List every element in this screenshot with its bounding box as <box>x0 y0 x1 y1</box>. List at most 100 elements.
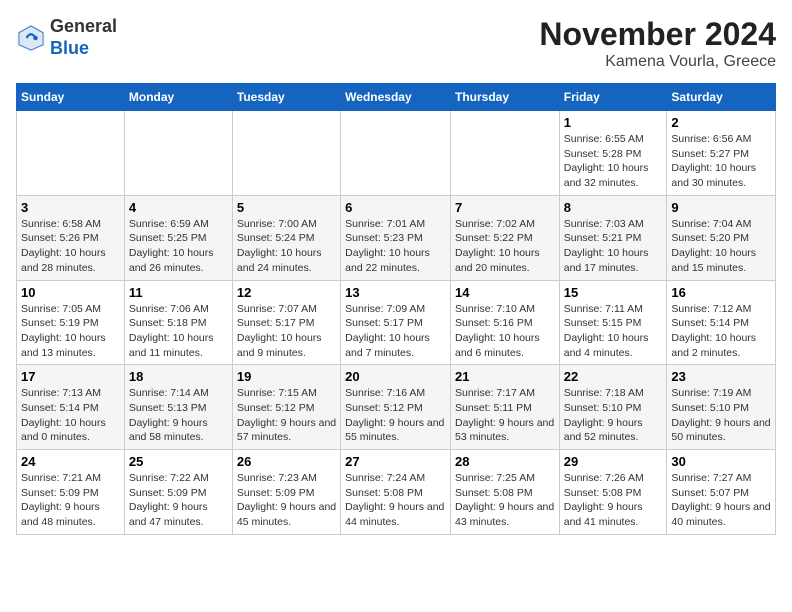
day-info: Sunrise: 7:06 AM Sunset: 5:18 PM Dayligh… <box>129 302 228 361</box>
day-info: Sunrise: 7:11 AM Sunset: 5:15 PM Dayligh… <box>564 302 663 361</box>
logo-icon <box>16 23 46 53</box>
day-info: Sunrise: 7:15 AM Sunset: 5:12 PM Dayligh… <box>237 386 336 445</box>
location: Kamena Vourla, Greece <box>539 53 776 71</box>
calendar-cell: 3 Sunrise: 6:58 AM Sunset: 5:26 PM Daylig… <box>17 195 125 280</box>
calendar-week-row: 24Sunrise: 7:21 AM Sunset: 5:09 PM Dayli… <box>17 450 776 535</box>
calendar-cell: 26 Sunrise: 7:23 AM Sunset: 5:09 PM Dayli… <box>232 450 340 535</box>
day-number: 30 <box>671 454 771 469</box>
calendar-cell: 30 Sunrise: 7:27 AM Sunset: 5:07 PM Dayli… <box>667 450 776 535</box>
day-info: Sunrise: 7:17 AM Sunset: 5:11 PM Dayligh… <box>455 386 555 445</box>
calendar-cell: 28Sunrise: 7:25 AM Sunset: 5:08 PM Dayli… <box>450 450 559 535</box>
calendar-cell: 1 Sunrise: 6:55 AM Sunset: 5:28 PM Daylig… <box>559 111 667 196</box>
logo-blue: Blue <box>50 38 117 60</box>
weekday-row: SundayMondayTuesdayWednesdayThursdayFrid… <box>17 84 776 111</box>
day-number: 14 <box>455 285 555 300</box>
day-number: 3 <box>21 200 120 215</box>
page-header: General Blue November 2024 Kamena Vourla… <box>16 16 776 71</box>
day-number: 12 <box>237 285 336 300</box>
day-info: Sunrise: 7:13 AM Sunset: 5:14 PM Dayligh… <box>21 386 120 445</box>
calendar-cell: 10 Sunrise: 7:05 AM Sunset: 5:19 PM Dayli… <box>17 280 125 365</box>
calendar-week-row: 10 Sunrise: 7:05 AM Sunset: 5:19 PM Dayli… <box>17 280 776 365</box>
day-info: Sunrise: 7:05 AM Sunset: 5:19 PM Dayligh… <box>21 302 120 361</box>
calendar-cell: 23 Sunrise: 7:19 AM Sunset: 5:10 PM Dayli… <box>667 365 776 450</box>
day-number: 28 <box>455 454 555 469</box>
calendar-table: SundayMondayTuesdayWednesdayThursdayFrid… <box>16 83 776 535</box>
calendar-cell: 13Sunrise: 7:09 AM Sunset: 5:17 PM Dayli… <box>341 280 451 365</box>
calendar-cell <box>124 111 232 196</box>
day-info: Sunrise: 7:02 AM Sunset: 5:22 PM Dayligh… <box>455 217 555 276</box>
calendar-cell: 5Sunrise: 7:00 AM Sunset: 5:24 PM Daylig… <box>232 195 340 280</box>
calendar-cell: 15 Sunrise: 7:11 AM Sunset: 5:15 PM Dayli… <box>559 280 667 365</box>
day-number: 26 <box>237 454 336 469</box>
calendar-cell: 25Sunrise: 7:22 AM Sunset: 5:09 PM Dayli… <box>124 450 232 535</box>
day-number: 22 <box>564 369 663 384</box>
calendar-header: SundayMondayTuesdayWednesdayThursdayFrid… <box>17 84 776 111</box>
day-number: 29 <box>564 454 663 469</box>
calendar-cell: 27 Sunrise: 7:24 AM Sunset: 5:08 PM Dayli… <box>341 450 451 535</box>
weekday-header: Tuesday <box>232 84 340 111</box>
day-info: Sunrise: 6:59 AM Sunset: 5:25 PM Dayligh… <box>129 217 228 276</box>
weekday-header: Thursday <box>450 84 559 111</box>
day-info: Sunrise: 7:24 AM Sunset: 5:08 PM Dayligh… <box>345 471 446 530</box>
calendar-cell: 29 Sunrise: 7:26 AM Sunset: 5:08 PM Dayli… <box>559 450 667 535</box>
day-number: 18 <box>129 369 228 384</box>
day-number: 10 <box>21 285 120 300</box>
day-info: Sunrise: 6:58 AM Sunset: 5:26 PM Dayligh… <box>21 217 120 276</box>
day-number: 2 <box>671 115 771 130</box>
calendar-cell <box>232 111 340 196</box>
day-number: 27 <box>345 454 446 469</box>
calendar-cell: 21 Sunrise: 7:17 AM Sunset: 5:11 PM Dayli… <box>450 365 559 450</box>
day-number: 11 <box>129 285 228 300</box>
calendar-cell: 22 Sunrise: 7:18 AM Sunset: 5:10 PM Dayli… <box>559 365 667 450</box>
day-number: 17 <box>21 369 120 384</box>
day-info: Sunrise: 7:07 AM Sunset: 5:17 PM Dayligh… <box>237 302 336 361</box>
calendar-cell: 14 Sunrise: 7:10 AM Sunset: 5:16 PM Dayli… <box>450 280 559 365</box>
day-number: 1 <box>564 115 663 130</box>
calendar-cell: 16Sunrise: 7:12 AM Sunset: 5:14 PM Dayli… <box>667 280 776 365</box>
day-info: Sunrise: 6:56 AM Sunset: 5:27 PM Dayligh… <box>671 132 771 191</box>
calendar-cell: 18Sunrise: 7:14 AM Sunset: 5:13 PM Dayli… <box>124 365 232 450</box>
weekday-header: Sunday <box>17 84 125 111</box>
calendar-cell: 11 Sunrise: 7:06 AM Sunset: 5:18 PM Dayli… <box>124 280 232 365</box>
day-info: Sunrise: 7:01 AM Sunset: 5:23 PM Dayligh… <box>345 217 446 276</box>
calendar-cell: 12 Sunrise: 7:07 AM Sunset: 5:17 PM Dayli… <box>232 280 340 365</box>
calendar-cell: 2 Sunrise: 6:56 AM Sunset: 5:27 PM Daylig… <box>667 111 776 196</box>
weekday-header: Friday <box>559 84 667 111</box>
day-number: 4 <box>129 200 228 215</box>
day-number: 19 <box>237 369 336 384</box>
calendar-body: 1 Sunrise: 6:55 AM Sunset: 5:28 PM Daylig… <box>17 111 776 535</box>
day-number: 23 <box>671 369 771 384</box>
calendar-cell: 6 Sunrise: 7:01 AM Sunset: 5:23 PM Daylig… <box>341 195 451 280</box>
day-info: Sunrise: 7:26 AM Sunset: 5:08 PM Dayligh… <box>564 471 663 530</box>
day-info: Sunrise: 7:23 AM Sunset: 5:09 PM Dayligh… <box>237 471 336 530</box>
day-number: 9 <box>671 200 771 215</box>
weekday-header: Wednesday <box>341 84 451 111</box>
day-number: 7 <box>455 200 555 215</box>
calendar-cell: 4 Sunrise: 6:59 AM Sunset: 5:25 PM Daylig… <box>124 195 232 280</box>
calendar-cell: 24Sunrise: 7:21 AM Sunset: 5:09 PM Dayli… <box>17 450 125 535</box>
calendar-cell: 20Sunrise: 7:16 AM Sunset: 5:12 PM Dayli… <box>341 365 451 450</box>
calendar-cell: 19 Sunrise: 7:15 AM Sunset: 5:12 PM Dayli… <box>232 365 340 450</box>
day-number: 6 <box>345 200 446 215</box>
calendar-cell: 7 Sunrise: 7:02 AM Sunset: 5:22 PM Daylig… <box>450 195 559 280</box>
day-info: Sunrise: 7:10 AM Sunset: 5:16 PM Dayligh… <box>455 302 555 361</box>
day-info: Sunrise: 7:19 AM Sunset: 5:10 PM Dayligh… <box>671 386 771 445</box>
day-number: 25 <box>129 454 228 469</box>
weekday-header: Monday <box>124 84 232 111</box>
day-info: Sunrise: 7:04 AM Sunset: 5:20 PM Dayligh… <box>671 217 771 276</box>
day-number: 24 <box>21 454 120 469</box>
day-info: Sunrise: 7:27 AM Sunset: 5:07 PM Dayligh… <box>671 471 771 530</box>
day-info: Sunrise: 7:00 AM Sunset: 5:24 PM Dayligh… <box>237 217 336 276</box>
calendar-week-row: 1 Sunrise: 6:55 AM Sunset: 5:28 PM Daylig… <box>17 111 776 196</box>
day-info: Sunrise: 7:09 AM Sunset: 5:17 PM Dayligh… <box>345 302 446 361</box>
calendar-cell <box>17 111 125 196</box>
calendar-cell <box>450 111 559 196</box>
day-info: Sunrise: 6:55 AM Sunset: 5:28 PM Dayligh… <box>564 132 663 191</box>
weekday-header: Saturday <box>667 84 776 111</box>
day-info: Sunrise: 7:18 AM Sunset: 5:10 PM Dayligh… <box>564 386 663 445</box>
day-number: 15 <box>564 285 663 300</box>
day-number: 20 <box>345 369 446 384</box>
day-number: 21 <box>455 369 555 384</box>
month-title: November 2024 <box>539 16 776 53</box>
day-number: 8 <box>564 200 663 215</box>
